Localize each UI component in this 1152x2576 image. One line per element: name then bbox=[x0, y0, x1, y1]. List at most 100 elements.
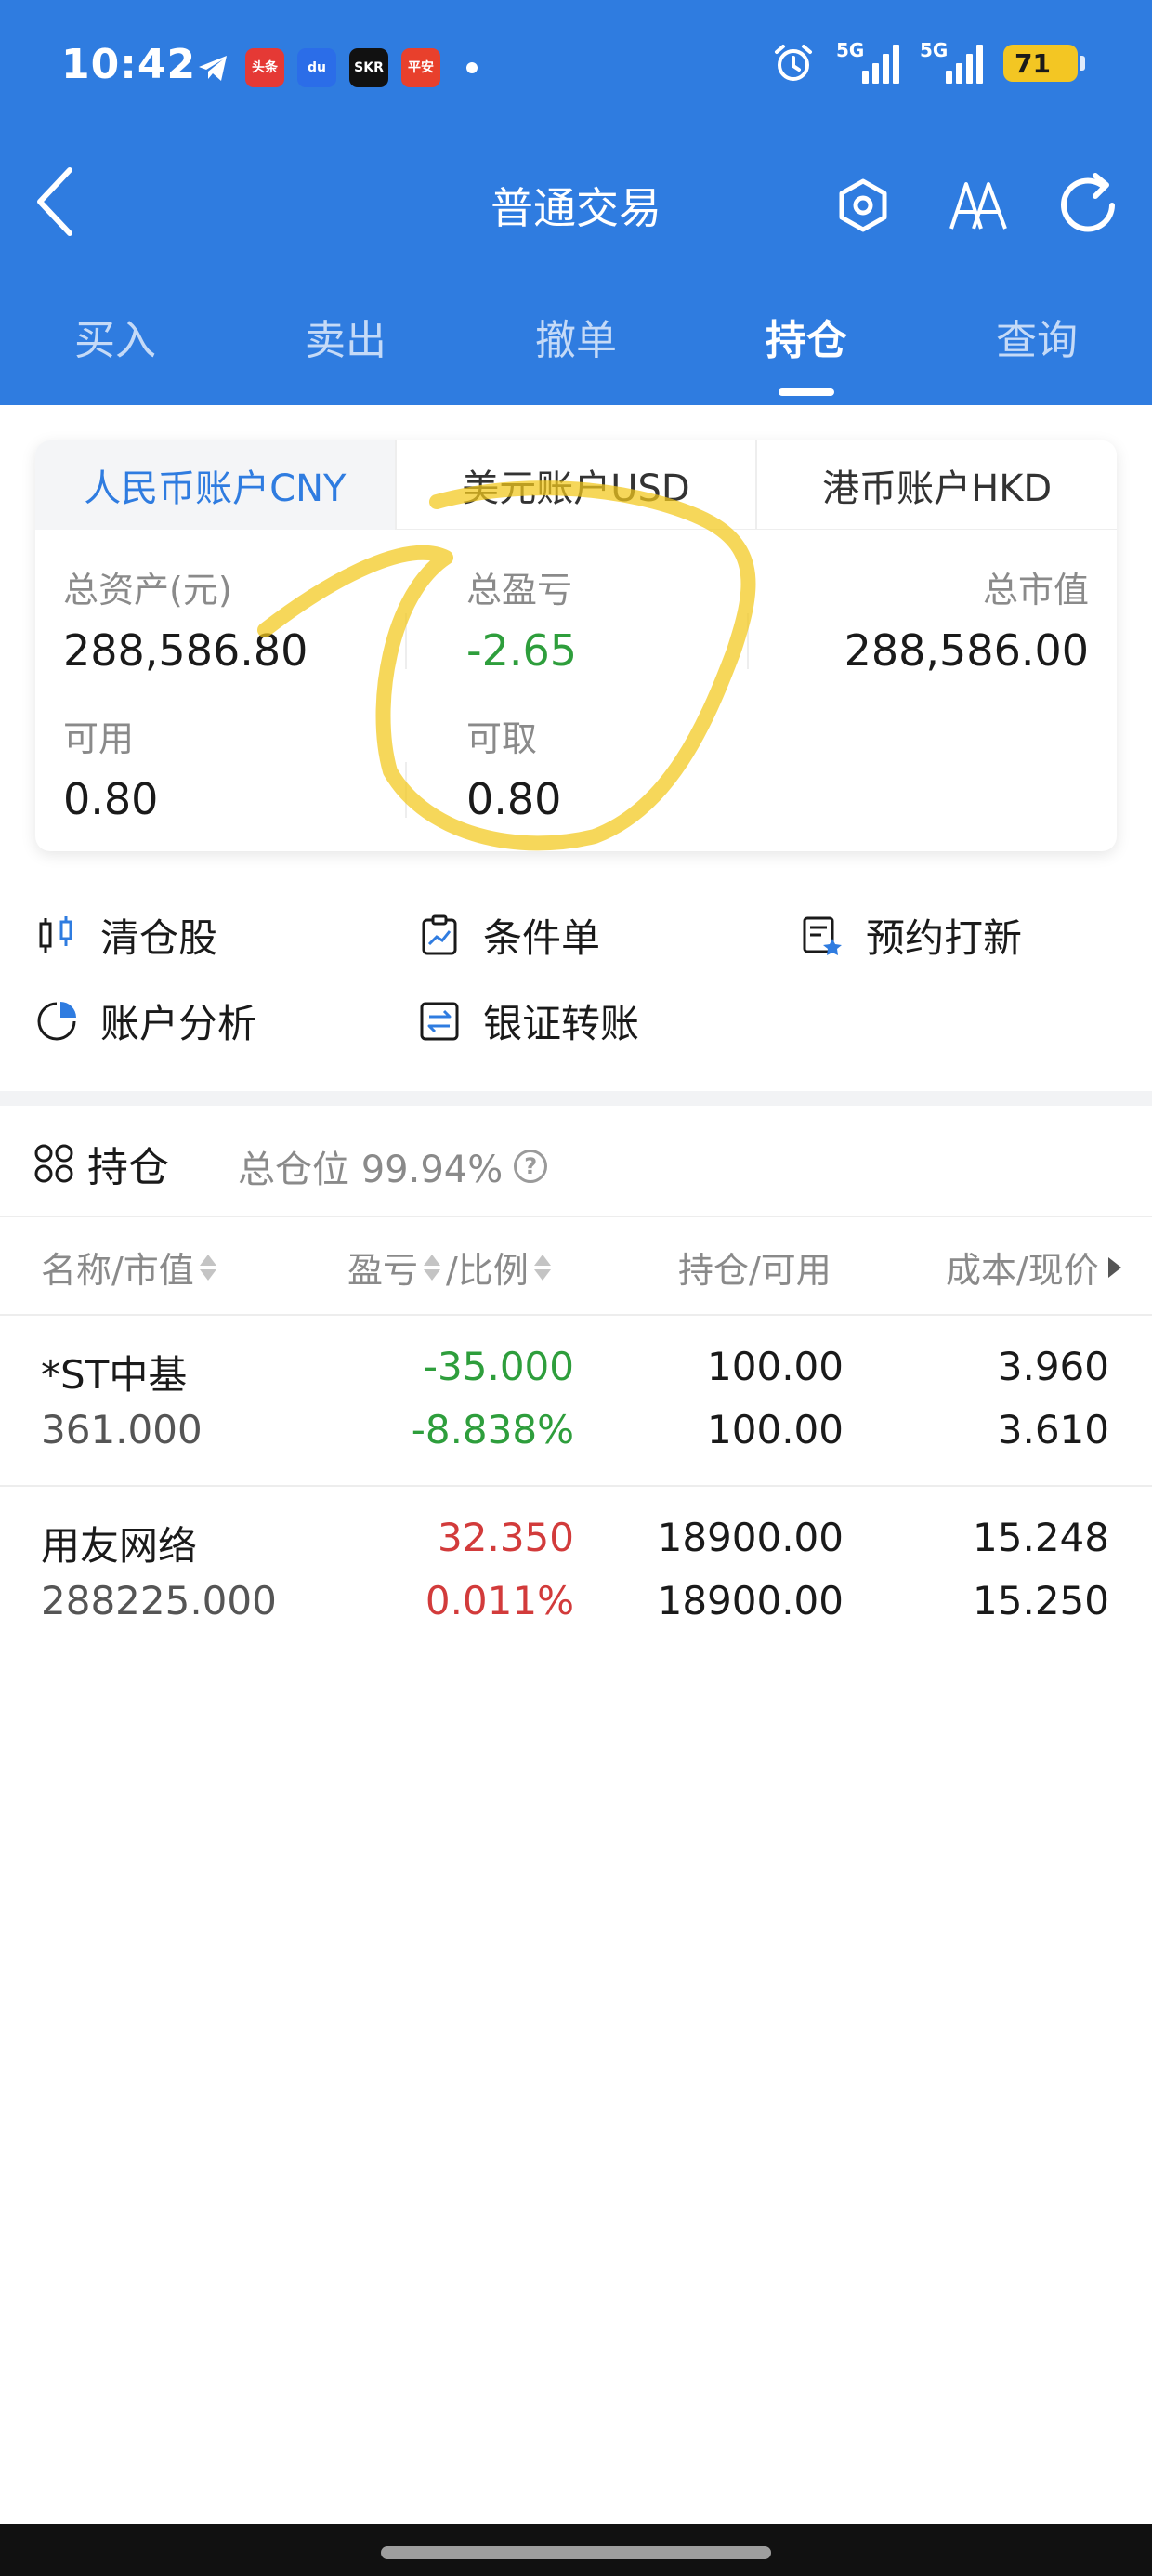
active-tab-indicator bbox=[779, 388, 834, 396]
sort-icon bbox=[199, 1254, 216, 1281]
stock-name: *ST中基 bbox=[41, 1352, 188, 1398]
col-cost-price[interactable]: 成本/现价 bbox=[946, 1242, 1125, 1293]
pie-chart-icon bbox=[37, 1001, 76, 1040]
stock-pl: -35.000 bbox=[423, 1344, 574, 1389]
trade-tabs: 买入 卖出 撤单 持仓 查询 bbox=[0, 297, 1152, 405]
stock-position: 100.00 bbox=[707, 1344, 844, 1389]
table-row[interactable]: *ST中基 361.000 -35.000 -8.838% 100.00 100… bbox=[0, 1316, 1152, 1487]
font-size-button[interactable] bbox=[936, 164, 1020, 247]
font-size-icon bbox=[949, 182, 1007, 230]
tab-sell[interactable]: 卖出 bbox=[262, 307, 429, 366]
help-icon[interactable]: ? bbox=[514, 1150, 548, 1183]
pingan-bank-app-icon: 平安 bbox=[401, 48, 440, 87]
baidu-app-icon: du bbox=[297, 48, 336, 87]
available-value: 0.80 bbox=[63, 774, 159, 824]
nav-bar: 普通交易 bbox=[0, 149, 1152, 251]
telegram-icon bbox=[199, 56, 227, 81]
divider bbox=[0, 1216, 1152, 1217]
withdrawable-label: 可取 bbox=[466, 718, 538, 759]
withdrawable-funds: 可取 0.80 bbox=[466, 710, 561, 824]
more-notifications-dot bbox=[466, 62, 478, 73]
holdings-header: 持仓 总仓位 99.94% ? bbox=[0, 1106, 1152, 1217]
section-gap bbox=[0, 1091, 1152, 1106]
app-header: 10:42 头条 du SKR 平安 5G 5G 71 普通交易 买入 卖出 撤… bbox=[0, 0, 1152, 405]
total-assets-label: 总资产(元) bbox=[63, 570, 232, 611]
holdings-title: 持仓 bbox=[33, 1134, 169, 1193]
available-label: 可用 bbox=[63, 718, 135, 759]
stock-pl-ratio: -8.838% bbox=[411, 1407, 574, 1452]
divider bbox=[747, 613, 749, 669]
signal-1-icon: 5G bbox=[836, 39, 899, 84]
grid-icon bbox=[34, 1144, 73, 1183]
document-star-icon bbox=[803, 916, 842, 955]
conditional-order-button[interactable]: 条件单 bbox=[418, 907, 600, 964]
bank-transfer-label: 银证转账 bbox=[483, 1001, 640, 1046]
sort-icon bbox=[424, 1254, 441, 1281]
battery-icon: 71 bbox=[1003, 45, 1085, 82]
divider bbox=[405, 762, 407, 818]
total-market-value: 总市值 288,586.00 bbox=[844, 561, 1089, 676]
bank-transfer-button[interactable]: 银证转账 bbox=[418, 992, 639, 1049]
status-time: 10:42 bbox=[61, 41, 197, 88]
tab-cancel-order[interactable]: 撤单 bbox=[492, 307, 660, 366]
stock-cost: 15.248 bbox=[973, 1515, 1109, 1560]
total-pl-label: 总盈亏 bbox=[466, 570, 573, 611]
tab-cny-account[interactable]: 人民币账户CNY bbox=[35, 440, 395, 530]
account-analysis-button[interactable]: 账户分析 bbox=[35, 992, 256, 1049]
home-gesture-handle[interactable] bbox=[381, 2546, 771, 2559]
tab-usd-account[interactable]: 美元账户USD bbox=[394, 440, 756, 530]
stock-available: 100.00 bbox=[707, 1407, 844, 1452]
stock-name: 用友网络 bbox=[41, 1523, 198, 1569]
conditional-order-label: 条件单 bbox=[483, 915, 601, 961]
stock-available: 18900.00 bbox=[657, 1578, 844, 1623]
total-assets-value: 288,586.80 bbox=[63, 625, 308, 676]
table-row[interactable]: 用友网络 288225.000 32.350 0.011% 18900.00 1… bbox=[0, 1487, 1152, 1658]
stock-price: 15.250 bbox=[973, 1578, 1109, 1623]
col-profit-loss-ratio[interactable]: 盈亏 /比例 bbox=[347, 1242, 551, 1293]
ipo-subscription-button[interactable]: 预约打新 bbox=[801, 907, 1022, 964]
system-navigation-bar bbox=[0, 2524, 1152, 2576]
candlestick-icon bbox=[39, 915, 72, 953]
tab-positions[interactable]: 持仓 bbox=[723, 307, 890, 366]
alarm-icon bbox=[775, 45, 812, 81]
total-position-label: 总仓位 99.94% bbox=[238, 1149, 504, 1191]
total-profit-loss: 总盈亏 -2.65 bbox=[466, 561, 577, 676]
status-system-icons: 5G 5G 71 bbox=[771, 39, 1085, 85]
available-funds: 可用 0.80 bbox=[63, 710, 158, 824]
tab-query[interactable]: 查询 bbox=[953, 307, 1120, 366]
stock-market-value: 361.000 bbox=[41, 1407, 203, 1452]
refresh-button[interactable] bbox=[1046, 164, 1130, 247]
status-bar: 10:42 头条 du SKR 平安 5G 5G 71 bbox=[0, 0, 1152, 139]
tab-buy[interactable]: 买入 bbox=[32, 307, 199, 366]
ipo-subscription-label: 预约打新 bbox=[866, 915, 1023, 961]
market-value-value: 288,586.00 bbox=[844, 625, 1089, 676]
stock-price: 3.610 bbox=[997, 1407, 1109, 1452]
total-assets: 总资产(元) 288,586.80 bbox=[63, 561, 308, 676]
stock-position: 18900.00 bbox=[657, 1515, 844, 1560]
total-position: 总仓位 99.94% ? bbox=[238, 1139, 548, 1193]
caret-right-icon bbox=[1107, 1256, 1121, 1278]
account-analysis-label: 账户分析 bbox=[100, 1001, 257, 1046]
toutiao-app-icon: 头条 bbox=[245, 48, 284, 87]
clear-stock-button[interactable]: 清仓股 bbox=[35, 907, 217, 964]
settings-button[interactable] bbox=[821, 164, 905, 247]
tab-hkd-account[interactable]: 港币账户HKD bbox=[755, 440, 1117, 530]
stock-pl: 32.350 bbox=[438, 1515, 574, 1560]
market-value-label: 总市值 bbox=[982, 570, 1089, 611]
holdings-title-label: 持仓 bbox=[87, 1144, 169, 1191]
stock-cost: 3.960 bbox=[997, 1344, 1109, 1389]
withdrawable-value: 0.80 bbox=[466, 774, 562, 824]
total-pl-value: -2.65 bbox=[466, 625, 578, 676]
col-name-market-value[interactable]: 名称/市值 bbox=[41, 1242, 216, 1293]
col-position-available: 持仓/可用 bbox=[678, 1250, 831, 1291]
currency-tabs: 人民币账户CNY 美元账户USD 港币账户HKD bbox=[35, 440, 1117, 530]
divider bbox=[405, 613, 407, 669]
refresh-icon bbox=[1061, 173, 1115, 232]
transfer-icon bbox=[420, 1002, 459, 1040]
skr-app-icon: SKR bbox=[349, 48, 388, 87]
clipboard-chart-icon bbox=[422, 914, 457, 954]
sort-icon bbox=[533, 1254, 551, 1281]
status-notification-icons: 头条 du SKR 平安 bbox=[195, 48, 478, 87]
stock-pl-ratio: 0.011% bbox=[425, 1578, 574, 1623]
hexagon-settings-icon bbox=[839, 178, 887, 232]
